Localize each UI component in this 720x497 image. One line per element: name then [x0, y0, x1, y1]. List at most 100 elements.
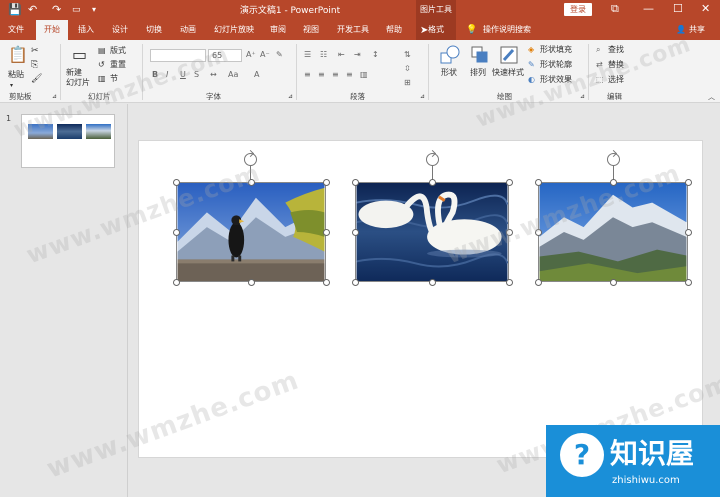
collapse-ribbon-icon[interactable]: ︿: [708, 92, 715, 102]
reset-button[interactable]: 重置: [110, 60, 126, 70]
layout-icon: ▤: [98, 46, 106, 55]
window-title: 演示文稿1 - PowerPoint: [239, 6, 341, 16]
thumbnail-mountains-photo: [86, 124, 111, 139]
paragraph-group-label: 段落: [350, 92, 365, 101]
quick-styles-button[interactable]: 快速样式: [492, 68, 524, 78]
shape-outline-button[interactable]: 形状轮廓: [540, 60, 572, 70]
picture-tools-context: 图片工具: [416, 0, 456, 20]
rotate-handle-icon[interactable]: [426, 153, 439, 166]
tab-slideshow[interactable]: 幻灯片放映: [214, 24, 254, 36]
resize-handle[interactable]: [323, 229, 330, 236]
rotate-handle-icon[interactable]: [607, 153, 620, 166]
text-direction-icon[interactable]: ⇅: [404, 50, 411, 59]
justify-icon[interactable]: ≡: [346, 70, 353, 79]
shapes-icon[interactable]: [440, 45, 460, 65]
pen-icon: ✎: [528, 60, 535, 69]
login-button[interactable]: 登录: [564, 3, 592, 16]
resize-handle[interactable]: [429, 179, 436, 186]
maximize-icon[interactable]: ☐: [673, 2, 683, 15]
resize-handle[interactable]: [173, 279, 180, 286]
logo-title: 知识屋: [610, 437, 695, 470]
decrease-indent-icon[interactable]: ⇤: [338, 50, 345, 59]
tab-insert[interactable]: 插入: [78, 24, 94, 36]
logo-url: zhishiwu.com: [612, 475, 680, 486]
cut-icon[interactable]: ✂: [31, 46, 39, 56]
tab-help[interactable]: 帮助: [386, 24, 402, 36]
resize-handle[interactable]: [352, 229, 359, 236]
align-center-icon[interactable]: ≡: [318, 70, 325, 79]
align-left-icon[interactable]: ≡: [304, 70, 311, 79]
tab-review[interactable]: 审阅: [270, 24, 286, 36]
title-bar: 💾 ↶ ↷ ▭ ▾ 演示文稿1 - PowerPoint 图片工具 登录 ⧉ —…: [0, 0, 720, 20]
tab-animations[interactable]: 动画: [180, 24, 196, 36]
tab-view[interactable]: 视图: [303, 24, 319, 36]
line-spacing-icon[interactable]: ↕: [372, 50, 379, 59]
increase-indent-icon[interactable]: ⇥: [354, 50, 361, 59]
tab-developer[interactable]: 开发工具: [337, 24, 369, 36]
resize-handle[interactable]: [429, 279, 436, 286]
copy-icon[interactable]: ⎘: [31, 60, 38, 70]
shape-fill-button[interactable]: 形状填充: [540, 45, 572, 55]
layout-button[interactable]: 版式: [110, 46, 126, 56]
close-icon[interactable]: ✕: [701, 2, 710, 15]
divider: [428, 44, 429, 100]
fill-bucket-icon: ◈: [528, 45, 535, 54]
align-right-icon[interactable]: ≡: [332, 70, 339, 79]
resize-handle[interactable]: [248, 279, 255, 286]
paste-button[interactable]: 粘贴: [8, 70, 24, 80]
font-group-label: 字体: [206, 92, 221, 101]
ribbon-tabs: 文件 插入 设计 切换 动画 幻灯片放映 审阅 视图 开发工具 帮助 💡 操作说…: [0, 20, 720, 40]
grow-font-icon[interactable]: A⁺: [246, 50, 256, 59]
find-icon: ⌕: [596, 45, 601, 54]
bullets-icon[interactable]: ☰: [304, 50, 311, 59]
tell-me-search[interactable]: 操作说明搜索: [483, 24, 531, 36]
resize-handle[interactable]: [685, 179, 692, 186]
find-button[interactable]: 查找: [608, 45, 624, 55]
resize-handle[interactable]: [173, 229, 180, 236]
new-slide-icon[interactable]: ▭: [72, 46, 87, 64]
effects-icon: ◐: [528, 75, 535, 84]
arrange-button[interactable]: 排列: [470, 68, 486, 78]
editing-group-label: 编辑: [607, 92, 622, 101]
powerpoint-window: 💾 ↶ ↷ ▭ ▾ 演示文稿1 - PowerPoint 图片工具 登录 ⧉ —…: [0, 0, 720, 497]
tab-design[interactable]: 设计: [112, 24, 128, 36]
ribbon-display-options-icon[interactable]: ⧉: [611, 2, 619, 16]
resize-handle[interactable]: [506, 279, 513, 286]
tab-home[interactable]: 开始: [36, 20, 68, 40]
resize-handle[interactable]: [685, 279, 692, 286]
font-color-icon[interactable]: A: [254, 70, 259, 79]
paragraph-launcher-icon[interactable]: ⊿: [420, 92, 425, 102]
tab-transitions[interactable]: 切换: [146, 24, 162, 36]
resize-handle[interactable]: [323, 179, 330, 186]
change-case-icon[interactable]: Aa: [228, 70, 238, 79]
clear-formatting-icon[interactable]: ✎: [276, 50, 283, 59]
resize-handle[interactable]: [535, 179, 542, 186]
resize-handle[interactable]: [506, 179, 513, 186]
section-icon: ▥: [98, 74, 106, 83]
tab-file[interactable]: 文件: [8, 24, 24, 36]
quick-styles-icon[interactable]: [499, 45, 519, 65]
format-painter-icon[interactable]: 🖌: [31, 74, 42, 84]
smartart-icon[interactable]: ⊞: [404, 78, 411, 87]
lightbulb-icon: 💡: [466, 25, 478, 35]
align-text-icon[interactable]: ⇳: [404, 64, 411, 73]
font-launcher-icon[interactable]: ⊿: [288, 92, 293, 102]
resize-handle[interactable]: [535, 279, 542, 286]
resize-handle[interactable]: [323, 279, 330, 286]
minimize-icon[interactable]: —: [643, 2, 654, 15]
share-button[interactable]: 共享: [689, 24, 705, 36]
resize-handle[interactable]: [610, 279, 617, 286]
clipboard-launcher-icon[interactable]: ⊿: [52, 92, 57, 102]
resize-handle[interactable]: [352, 279, 359, 286]
resize-handle[interactable]: [685, 229, 692, 236]
shrink-font-icon[interactable]: A⁻: [260, 50, 270, 59]
resize-handle[interactable]: [352, 179, 359, 186]
clipboard-icon[interactable]: 📋: [8, 46, 28, 64]
paste-dropdown-icon[interactable]: ▾: [10, 81, 13, 91]
numbering-icon[interactable]: ☷: [320, 50, 327, 59]
new-slide-button[interactable]: 新建 幻灯片: [66, 68, 90, 88]
arrange-icon[interactable]: [470, 45, 490, 65]
shapes-button[interactable]: 形状: [441, 68, 457, 78]
columns-icon[interactable]: ▥: [360, 70, 368, 79]
reset-icon: ↺: [98, 60, 105, 69]
